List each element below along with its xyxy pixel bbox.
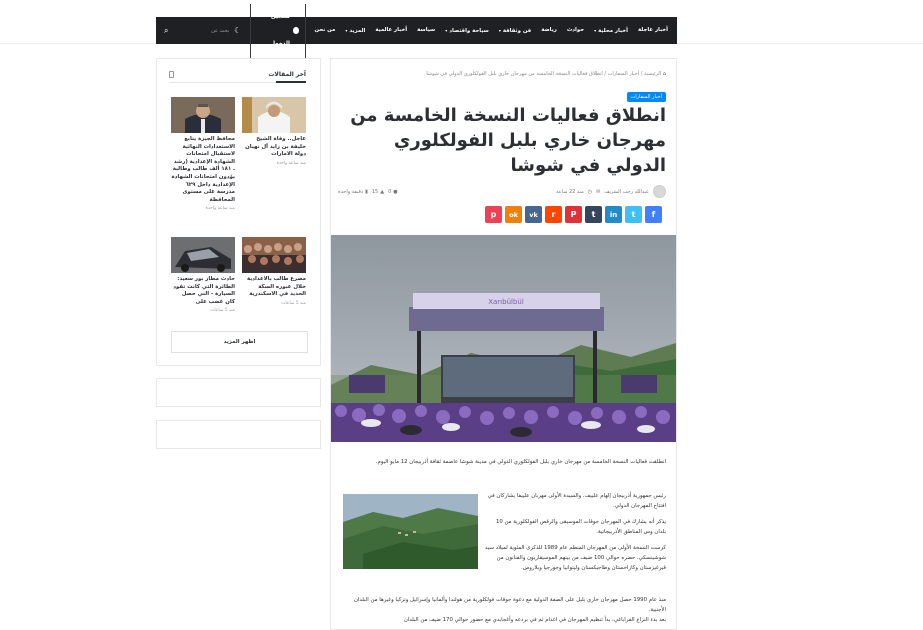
latest-articles-widget: آخر المقالات عاجل.. وفاة الشيخ خليفة بن … bbox=[156, 58, 321, 366]
paragraph-2: يذكر أنه يشارك في المهرجان جوقات الموسيق… bbox=[495, 519, 666, 535]
home-icon[interactable]: ⌂ bbox=[663, 71, 666, 77]
article-title: انطلاق فعاليات النسخة الخامسة من مهرجان … bbox=[350, 105, 666, 176]
post-title[interactable]: حادث مطار بور سعيد: الطائرة التي كانت تق… bbox=[171, 276, 235, 306]
menu-item-art-culture[interactable]: فن وثقافة▾ bbox=[494, 17, 536, 45]
tumblr-share-button[interactable]: t bbox=[585, 206, 602, 223]
post-time: منذ 5 ساعات bbox=[281, 300, 306, 306]
document-icon bbox=[169, 71, 174, 78]
main-navbar: أخبار عاجلة أخبار محلية▾ حوادث رياضة فن … bbox=[156, 3, 677, 58]
author-name[interactable]: عبدالله رجب الشريف bbox=[604, 189, 649, 195]
post-thumbnail[interactable] bbox=[171, 237, 235, 273]
post-title[interactable]: محافظ الجيزة يتابع الاستعدادات النهائية … bbox=[171, 136, 235, 204]
view-count: 15 bbox=[371, 188, 379, 195]
sidebar-post[interactable]: عاجل.. وفاة الشيخ خليفة بن زايد آل نهيان… bbox=[242, 97, 306, 166]
post-title[interactable]: عاجل.. وفاة الشيخ خليفة بن زايد آل نهيان… bbox=[242, 136, 306, 159]
widget-divider bbox=[169, 81, 306, 83]
vk-share-button[interactable]: vk bbox=[525, 206, 542, 223]
menu-item-tourism-economy[interactable]: سياحة واقتصاد▾ bbox=[440, 17, 494, 45]
bookmark-icon: ▮ bbox=[365, 188, 368, 195]
article-container: ⌂ الرئيسية / أخبار السفارات / انطلاق فعا… bbox=[330, 58, 677, 630]
publish-time: منذ 22 ساعة bbox=[556, 188, 584, 195]
clock-icon: ◷ bbox=[587, 188, 593, 195]
linkedin-share-button[interactable]: in bbox=[605, 206, 622, 223]
sidebar-widget-empty bbox=[156, 378, 321, 407]
category-badge[interactable]: أخبار السفارات bbox=[626, 92, 666, 102]
login-button[interactable]: تسجيل الدخول bbox=[250, 3, 306, 58]
chevron-down-icon: ▾ bbox=[594, 27, 597, 33]
post-time: منذ ساعة واحدة bbox=[276, 160, 306, 166]
menu-item-sports[interactable]: رياضة bbox=[536, 17, 562, 44]
paragraph-1: رئيس جمهورية أذربيجان إلهام علييف، والسي… bbox=[487, 493, 666, 509]
paragraph-4: منذ عام 1990 حصل مهرجان خاري بلبل على ال… bbox=[353, 597, 666, 613]
article-body-wrapped: رئيس جمهورية أذربيجان إلهام علييف، والسي… bbox=[483, 491, 666, 579]
search-input[interactable]: بحث عن bbox=[211, 28, 229, 34]
menu-item-about[interactable]: من نحن bbox=[310, 17, 341, 44]
svg-text:Xarıbülbül: Xarıbülbül bbox=[488, 298, 524, 306]
share-buttons: f t in t P r vk ok p bbox=[485, 206, 662, 223]
inline-landscape-image bbox=[343, 494, 478, 569]
post-thumbnail[interactable] bbox=[242, 237, 306, 273]
reddit-share-button[interactable]: r bbox=[545, 206, 562, 223]
post-thumbnail[interactable] bbox=[171, 97, 235, 133]
menu-item-world[interactable]: أخبار عالمية bbox=[370, 17, 412, 44]
menu-item-more[interactable]: المزيد▾ bbox=[340, 17, 370, 45]
comment-count[interactable]: 0 bbox=[388, 189, 391, 195]
main-menu: أخبار عاجلة أخبار محلية▾ حوادث رياضة فن … bbox=[310, 17, 673, 45]
sidebar-post[interactable]: محافظ الجيزة يتابع الاستعدادات النهائية … bbox=[171, 97, 235, 211]
intro-paragraph: انطلقت فعاليات النسخة الخامسة من مهرجان … bbox=[375, 459, 666, 465]
menu-item-politics[interactable]: سياسة bbox=[412, 17, 440, 44]
article-body-tail: منذ عام 1990 حصل مهرجان خاري بلبل على ال… bbox=[340, 595, 666, 625]
user-icon bbox=[292, 27, 299, 34]
odnoklassniki-share-button[interactable]: ok bbox=[505, 206, 522, 223]
featured-image: Xarıbülbül bbox=[331, 235, 676, 442]
post-thumbnail[interactable] bbox=[242, 97, 306, 133]
menu-item-local[interactable]: أخبار محلية▾ bbox=[589, 17, 633, 45]
search-box[interactable]: بحث عن ⌕ bbox=[160, 26, 229, 36]
author-avatar[interactable] bbox=[653, 185, 666, 198]
comment-icon: ● bbox=[393, 188, 398, 195]
post-time: منذ ساعة واحدة bbox=[205, 206, 235, 212]
menu-item-accidents[interactable]: حوادث bbox=[562, 17, 589, 44]
festival-stage-image: Xarıbülbül bbox=[331, 235, 676, 442]
chevron-down-icon: ▾ bbox=[345, 27, 348, 33]
article-intro: انطلقت فعاليات النسخة الخامسة من مهرجان … bbox=[340, 457, 666, 472]
widget-title: آخر المقالات bbox=[268, 71, 306, 78]
sidebar-post[interactable]: حادث مطار بور سعيد: الطائرة التي كانت تق… bbox=[171, 237, 235, 313]
article-meta: عبدالله رجب الشريف ✉ ◷ منذ 22 ساعة ● 0 ▲ 1… bbox=[338, 185, 666, 198]
read-time: دقيقة واحدة bbox=[338, 188, 364, 195]
paragraph-5: بعد بدء النزاع الفراباغي، بدأ تنظيم المه… bbox=[403, 617, 666, 623]
post-title[interactable]: مصرع طالب بالاعدادية خلال عبوره السكة ال… bbox=[242, 276, 306, 299]
chevron-down-icon: ▾ bbox=[498, 27, 501, 33]
sidebar-widget-empty bbox=[156, 420, 321, 449]
breadcrumb: ⌂ الرئيسية / أخبار السفارات / انطلاق فعا… bbox=[426, 71, 666, 77]
fire-icon: ▲ bbox=[380, 188, 385, 195]
pinterest-share-button[interactable]: P bbox=[565, 206, 582, 223]
search-icon[interactable]: ⌕ bbox=[164, 26, 168, 36]
widget-header: آخر المقالات bbox=[169, 71, 306, 78]
chevron-down-icon: ▾ bbox=[445, 27, 448, 33]
pocket-share-button[interactable]: p bbox=[485, 206, 502, 223]
menu-item-breaking[interactable]: أخبار عاجلة bbox=[633, 17, 673, 44]
dark-mode-toggle-icon[interactable]: ☾ bbox=[229, 26, 246, 35]
show-more-button[interactable]: اظهر المزيد bbox=[171, 331, 308, 353]
twitter-share-button[interactable]: t bbox=[625, 206, 642, 223]
envelope-icon[interactable]: ✉ bbox=[596, 189, 600, 195]
post-time: منذ 5 ساعات bbox=[210, 308, 235, 314]
facebook-share-button[interactable]: f bbox=[645, 206, 662, 223]
paragraph-3: كرست النسخة الأولى من المهرجان المنظم عا… bbox=[485, 545, 666, 571]
sidebar-post[interactable]: مصرع طالب بالاعدادية خلال عبوره السكة ال… bbox=[242, 237, 306, 306]
